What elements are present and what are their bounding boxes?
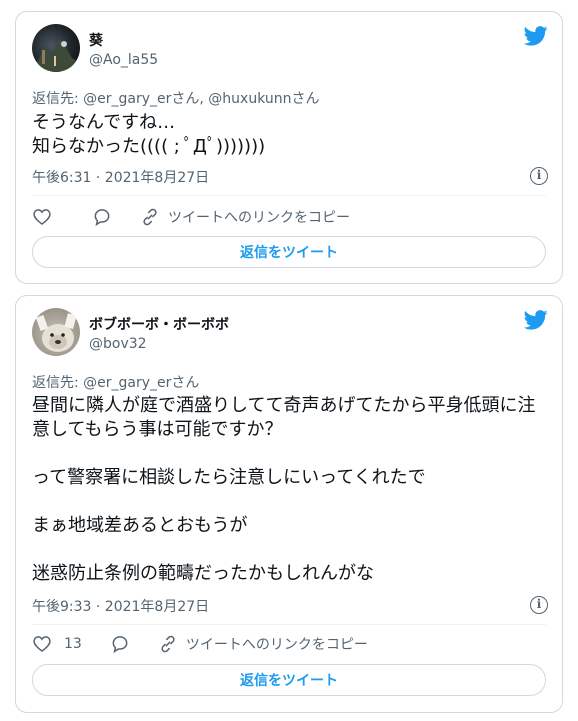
timestamp[interactable]: 午後6:31 · 2021年8月27日 [32, 167, 209, 187]
avatar[interactable] [32, 308, 80, 356]
reply-to-line[interactable]: 返信先: @er_gary_erさん, @huxukunnさん [32, 88, 320, 108]
link-icon [143, 208, 157, 226]
action-bar: 13 ツイートへのリンクをコピー [32, 632, 546, 656]
timestamp[interactable]: 午後9:33 · 2021年8月27日 [32, 596, 209, 616]
reply-tweet-button[interactable]: 返信をツイート [32, 236, 546, 268]
user-handle[interactable]: @bov32 [89, 336, 147, 352]
twitter-bird-icon[interactable] [524, 310, 548, 330]
tweet-card[interactable]: 葵 @Ao_la55 返信先: @er_gary_erさん, @huxukunn… [15, 11, 563, 284]
copy-link-label: ツイートへのリンクをコピー [168, 210, 350, 226]
like-button[interactable]: 13 [32, 634, 82, 654]
tweet-text: 昼間に隣人が庭で酒盛りしてて奇声あげてたから平身低頭に注意してもらう事は可能です… [32, 395, 536, 584]
reply-tweet-button[interactable]: 返信をツイート [32, 664, 546, 696]
info-icon[interactable]: i [530, 596, 548, 614]
divider [32, 195, 546, 196]
info-icon[interactable]: i [530, 167, 548, 185]
reply-bubble-icon [112, 636, 128, 654]
reply-bubble-icon [94, 209, 110, 227]
like-heart-icon [33, 636, 51, 653]
reply-action[interactable] [92, 207, 112, 227]
reply-to-line[interactable]: 返信先: @er_gary_erさん [32, 372, 199, 392]
like-count: 13 [64, 636, 82, 652]
copy-link-label: ツイートへのリンクをコピー [185, 637, 368, 653]
tweet-text: そうなんですね… 知らなかった(((( ; ﾟДﾟ))))))) [32, 112, 266, 157]
copy-link-button[interactable]: ツイートへのリンクをコピー [158, 634, 368, 654]
copy-link-button[interactable]: ツイートへのリンクをコピー [140, 207, 350, 227]
avatar[interactable] [32, 24, 80, 72]
tweet-card[interactable]: ボブボーボ・ボーボボ @bov32 返信先: @er_gary_erさん 昼間に… [15, 295, 563, 713]
action-bar: ツイートへのリンクをコピー [32, 205, 546, 229]
display-name[interactable]: 葵 [89, 30, 103, 50]
user-handle[interactable]: @Ao_la55 [89, 52, 158, 68]
like-button[interactable] [32, 207, 64, 227]
reply-action[interactable] [110, 634, 130, 654]
twitter-bird-icon[interactable] [524, 26, 548, 46]
like-heart-icon [33, 209, 51, 226]
link-icon [161, 635, 175, 653]
display-name[interactable]: ボブボーボ・ボーボボ [89, 314, 229, 334]
divider [32, 624, 546, 625]
